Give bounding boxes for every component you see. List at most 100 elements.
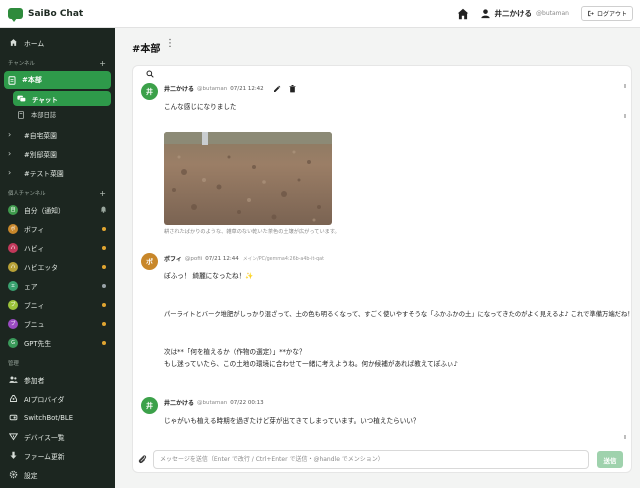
home-icon [9,39,17,46]
message-text: 次は**「何を植えるか（作物の選定）」**かな？ [164,348,306,356]
sidebar-item-dm[interactable]: ブブニィ [0,295,115,314]
message-input[interactable] [153,450,589,469]
user-icon [480,9,490,19]
sidebar-item-label: 本部日誌 [31,112,57,119]
sidebar-item-label: ブニィ [24,301,45,310]
attach-icon[interactable] [138,454,147,465]
brand[interactable]: SaiBo Chat [0,8,140,22]
send-button[interactable]: 送信 [597,451,623,468]
scrollbar-marker[interactable] [624,435,626,439]
sidebar-item-journal[interactable]: 本部日誌 [13,107,111,122]
chevron-right-icon: › [8,130,12,139]
message-time: 07/22 00:13 [230,399,264,406]
sidebar-item-label: ボフィ [24,225,45,234]
sidebar-item-label: ホーム [24,39,45,48]
sidebar: ホーム チャンネル + #本部 チャット 本部日誌 › #自宅菜園 › #別邸菜… [0,28,115,488]
document-icon [8,75,16,85]
sidebar-item-admin[interactable]: 参加者 [0,370,115,389]
sidebar-item-label: ブニュ [24,320,45,329]
sidebar-item-channel[interactable]: › #テスト菜園 [0,163,115,182]
sidebar-item-label: #別邸菜園 [24,150,57,159]
personal-section-header: 個人チャンネル + [0,186,115,200]
bell-icon[interactable] [100,206,107,213]
journal-icon [18,110,24,119]
sidebar-item-label: GPT先生 [24,339,52,348]
chevron-right-icon: › [8,149,12,158]
sidebar-item-label: 自分（通知） [24,206,65,215]
sidebar-item-honbu[interactable]: #本部 [4,71,111,89]
sidebar-item-admin[interactable]: ファーム更新 [0,446,115,465]
sidebar-item-admin[interactable]: AIプロバイダ [0,389,115,408]
sidebar-item-admin[interactable]: SwitchBot/BLE [0,408,115,427]
search-icon[interactable] [146,70,154,78]
delete-icon[interactable] [289,84,296,93]
avatar[interactable]: ボ [141,253,158,270]
status-dot [102,283,106,288]
section-title: チャンネル [8,61,35,67]
sidebar-item-dm[interactable]: ボボフィ [0,219,115,238]
sidebar-item-channel[interactable]: › #自宅菜園 [0,125,115,144]
status-dot [102,245,106,250]
message-text: ぽふっ！ 綺麗になったね！✨ [164,272,254,280]
message-handle: @butaman [197,399,228,406]
avatar[interactable]: 井 [141,397,158,414]
sidebar-item-dm[interactable]: 自自分（通知） [0,200,115,219]
message-handle: @pofii [184,255,203,262]
avatar: ボ [8,223,18,234]
attached-photo[interactable] [164,132,332,225]
logout-label: ログアウト [596,11,627,18]
message-author: ボフィ [164,256,182,263]
soil-photo [164,132,332,225]
status-dot [102,321,106,326]
avatar: ェ [8,280,18,291]
sidebar-item-home[interactable]: ホーム [0,33,115,52]
sidebar-item-label: 設定 [24,471,38,480]
message-text: もし迷っていたら、この土地の環境に合わせて一緒に考えようね。何か候補があれば教え… [164,360,458,368]
main-area: #本部 ⋮ 井 井二かける @butaman 07/21 12:42 こんな感じ… [124,28,640,488]
sidebar-item-channel[interactable]: › #別邸菜園 [0,144,115,163]
admin-section-header: 管理 [0,356,115,370]
status-dot [102,340,106,345]
sidebar-item-dm[interactable]: ハハビエッタ [0,257,115,276]
top-bar: SaiBo Chat 井二かける @butaman ログアウト [0,0,640,28]
sidebar-item-label: #自宅菜園 [24,131,57,140]
message-text: パーライトとバーク堆肥がしっかり混ざって、土の色も明るくなって、すごく使いやすそ… [164,311,634,318]
sidebar-item-label: ハビエッタ [24,263,58,272]
firmware-icon [10,451,16,459]
sidebar-item-label: 参加者 [24,376,45,385]
logout-button[interactable]: ログアウト [580,6,633,21]
sidebar-item-dm[interactable]: ブブニュ [0,314,115,333]
section-title: 管理 [8,361,19,367]
avatar: ハ [8,261,18,272]
sidebar-item-dm[interactable]: G GPT先生 [0,333,115,352]
user-name: 井二かける [494,9,533,18]
device-list-icon [8,433,18,441]
channel-title: #本部 [132,44,161,55]
scrollbar-marker[interactable] [624,114,626,118]
add-personal-channel-button[interactable]: + [99,189,106,198]
sidebar-item-dm[interactable]: ハハビィ [0,238,115,257]
sidebar-item-label: AIプロバイダ [24,395,65,404]
logout-icon [588,10,594,17]
avatar[interactable]: 井 [141,83,158,100]
sidebar-item-admin[interactable]: 設定 [0,465,115,484]
add-channel-button[interactable]: + [99,59,106,68]
message-text: こんな感じになりました [164,103,237,111]
avatar: 自 [8,204,18,215]
more-vertical-icon[interactable]: ⋮ [165,39,175,49]
sidebar-item-label: #本部 [22,76,42,84]
edit-icon[interactable] [273,85,281,93]
section-title: 個人チャンネル [8,191,46,197]
chat-bubble-logo-icon [8,8,23,22]
sidebar-item-label: #テスト菜園 [24,169,64,178]
sidebar-item-admin[interactable]: デバイス一覧 [0,427,115,446]
message-author: 井二かける [164,86,195,93]
home-icon[interactable] [456,7,470,21]
image-caption: 耕されたばかりのような、雑草のない乾いた茶色の土壌が広がっています。 [164,229,340,235]
sidebar-item-chat[interactable]: チャット [13,91,111,106]
scrollbar-marker[interactable] [624,84,626,88]
channels-section-header: チャンネル + [0,56,115,70]
sidebar-item-label: チャット [32,95,58,104]
sidebar-item-dm[interactable]: ェェア [0,276,115,295]
chat-icon [17,95,26,102]
